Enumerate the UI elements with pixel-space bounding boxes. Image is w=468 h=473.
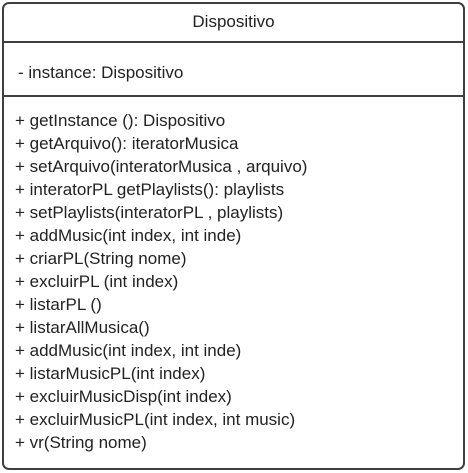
method-add-music-2: + addMusic(int index, int inde) — [15, 341, 242, 360]
method-excluir-pl: + excluirPL (int index) — [15, 272, 179, 291]
method-set-playlists: + setPlaylists(interatorPL , playlists) — [15, 203, 284, 222]
method-listar-music-pl: + listarMusicPL(int index) — [15, 364, 206, 383]
method-add-music: + addMusic(int index, int inde) — [15, 226, 242, 245]
uml-class-box: Dispositivo - instance: Dispositivo + ge… — [2, 2, 465, 470]
method-listar-pl: + listarPL () — [15, 295, 102, 314]
method-criar-pl: + criarPL(String nome) — [15, 249, 187, 268]
method-get-playlists: + interatorPL getPlaylists(): playlists — [15, 180, 285, 199]
attribute-instance: - instance: Dispositivo — [18, 63, 184, 82]
method-get-arquivo: + getArquivo(): iteratorMusica — [15, 134, 239, 153]
method-excluir-music-pl: + excluirMusicPL(int index, int music) — [15, 410, 296, 429]
attributes-section: - instance: Dispositivo — [4, 43, 463, 97]
method-get-instance: + getInstance (): Dispositivo — [15, 111, 226, 130]
class-name: Dispositivo — [4, 4, 463, 43]
method-listar-all-musica: + listarAllMusica() — [15, 318, 150, 337]
method-set-arquivo: + setArquivo(interatorMusica , arquivo) — [15, 157, 308, 176]
methods-section: + getInstance (): Dispositivo + getArqui… — [4, 97, 463, 454]
method-excluir-music-disp: + excluirMusicDisp(int index) — [15, 387, 232, 406]
method-vr: + vr(String nome) — [15, 433, 147, 452]
